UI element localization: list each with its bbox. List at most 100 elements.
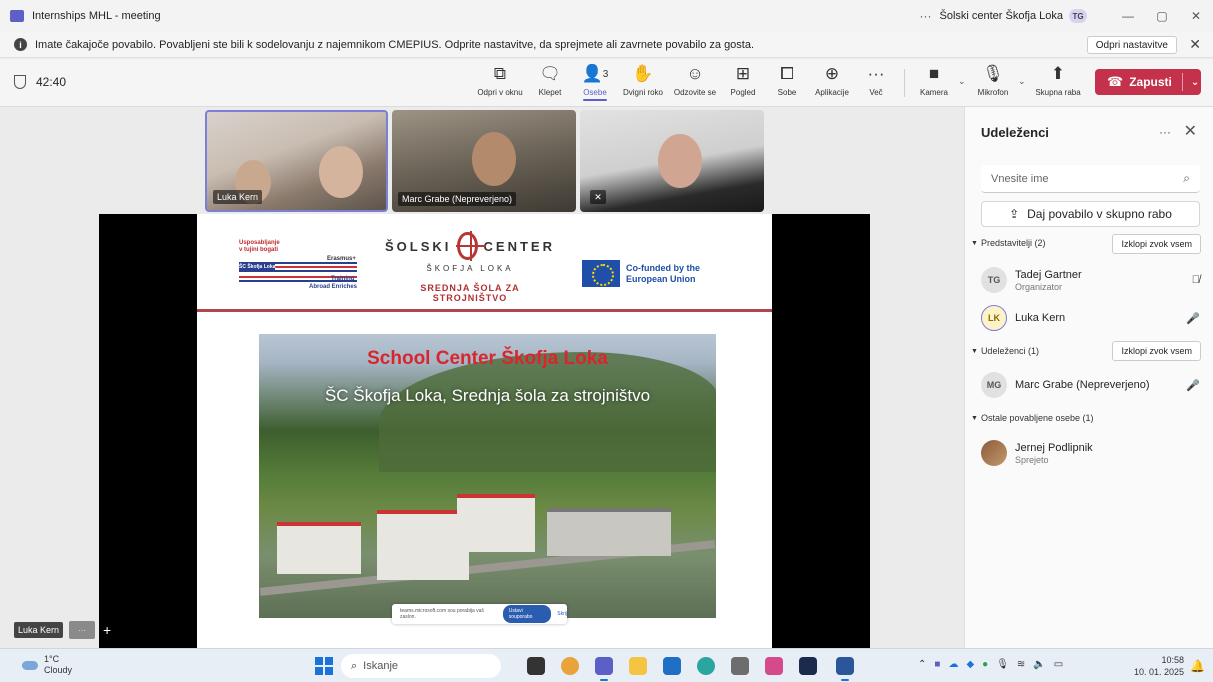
dropbox-icon[interactable]: ◆ (966, 659, 974, 670)
user-avatar[interactable]: TG (1069, 9, 1087, 23)
photo-subtitle: ŠC Škofja Loka, Srednja šola za strojniš… (324, 386, 651, 405)
avatar: TG (981, 267, 1007, 293)
participant-name: Luka Kern (1015, 312, 1066, 324)
avatar: LK (981, 305, 1007, 331)
notifications-bell-icon[interactable]: 🔔 (1190, 659, 1205, 673)
more-options-button[interactable]: ··· (919, 9, 931, 23)
share-button[interactable]: ⬆ Skupna raba (1030, 63, 1086, 97)
react-label: Odzovite se (673, 88, 717, 97)
caret-down-icon: ▼ (971, 347, 978, 355)
sharing-text: teams.microsoft.com sou porabija vaš zas… (400, 608, 484, 620)
participant-tadej-gartner[interactable]: TG Tadej Gartner Organizator 🎙̸ (981, 267, 1200, 293)
leave-divider (1181, 73, 1183, 91)
teams-tray-icon[interactable]: ■ (934, 659, 940, 670)
share-invite-label: Daj povabilo v skupno rabo (1027, 207, 1172, 221)
logo-abroad: Abroad Enriches (309, 284, 358, 290)
close-window-button[interactable]: ✕ (1179, 9, 1213, 23)
chevron-up-icon[interactable]: ⌃ (918, 659, 926, 670)
mute-all-attendees-button[interactable]: Izklopi zvok vsem (1112, 341, 1201, 361)
outlook-icon[interactable] (663, 657, 681, 675)
panel-title: Udeleženci (981, 125, 1049, 140)
weather-widget[interactable]: 1°C Cloudy (22, 654, 72, 676)
caret-down-icon: ▼ (971, 414, 978, 422)
mic-chevron-down-icon[interactable]: ⌄ (1018, 76, 1026, 87)
taskbar-search[interactable]: ⌕ Iskanje (341, 654, 501, 678)
title-bar: Internships MHL - meeting ··· Šolski cen… (0, 0, 1213, 32)
wifi-icon[interactable]: ≋ (1017, 659, 1025, 670)
clock[interactable]: 10:58 10. 01. 2025 (1130, 654, 1184, 678)
toolbar-divider (904, 69, 905, 97)
hide-button[interactable]: Skrij (557, 611, 567, 617)
cloud-icon (22, 660, 38, 670)
section-presenters[interactable]: ▼ Predstavitelji (2) (971, 238, 1045, 248)
onedrive-icon[interactable]: ☁ (948, 659, 958, 670)
participants-panel: Udeleženci ··· ✕ Vnesite ime ⌕ ⇪ Daj pov… (964, 107, 1213, 648)
word-icon[interactable] (836, 657, 854, 681)
participant-name: Marc Grabe (Nepreverjeno) (1015, 379, 1150, 391)
edge-icon[interactable] (697, 657, 715, 675)
participant-jernej-podlipnik[interactable]: Jernej Podlipnik Sprejeto (981, 440, 1200, 466)
video-tile-marc-grabe[interactable]: Marc Grabe (Nepreverjeno) (392, 110, 576, 212)
view-icon: ⊞ (735, 64, 751, 83)
search-icon: ⌕ (351, 659, 358, 672)
mic-muted-icon[interactable]: 🎙 (996, 659, 1009, 670)
stop-sharing-button[interactable]: Ustavi souporabo (502, 605, 552, 623)
leave-chevron-down-icon[interactable]: ⌄ (1191, 77, 1199, 88)
restore-button[interactable]: ▢ (1145, 9, 1179, 23)
more-label: Več (869, 88, 883, 97)
snipping-tool-icon[interactable] (765, 657, 783, 675)
mute-all-presenters-button[interactable]: Izklopi zvok vsem (1112, 234, 1201, 254)
section-other-invited[interactable]: ▼ Ostale povabljene osebe (1) (971, 413, 1094, 423)
caret-down-icon: ▼ (971, 239, 978, 247)
start-button[interactable] (315, 657, 333, 675)
apps-label: Aplikacije (815, 88, 849, 97)
section-title: Predstavitelji (2) (980, 238, 1046, 248)
system-tray: ⌃ ■ ☁ ◆ ● 🎙 ≋ 🔈 ▭ (918, 659, 1071, 670)
popout-button[interactable]: ⧉ Odpri v oknu (472, 63, 528, 97)
close-notice-button[interactable]: ✕ (1189, 36, 1201, 53)
leave-button[interactable]: ☎ Zapusti ⌄ (1095, 69, 1201, 95)
logo-center: CENTER (483, 238, 555, 254)
mic-button[interactable]: 🎙 Mikrofon (965, 63, 1021, 97)
apps-icon: ⊕ (824, 64, 840, 83)
participant-face (658, 134, 702, 188)
more-button[interactable]: ··· Več (848, 63, 904, 97)
video-tile-luka-kern[interactable]: Luka Kern (205, 110, 388, 212)
org-name[interactable]: Šolski center Škofja Loka (939, 10, 1063, 22)
eu-flag-icon (582, 260, 620, 287)
security-icon[interactable]: ● (982, 659, 988, 670)
participant-search-input[interactable]: Vnesite ime ⌕ (981, 165, 1200, 193)
add-icon[interactable]: + (103, 622, 111, 638)
minimize-button[interactable]: — (1111, 9, 1145, 23)
shield-icon (14, 75, 26, 89)
file-explorer-icon[interactable] (629, 657, 647, 675)
rooms-icon: ⧠ (780, 64, 794, 83)
open-settings-button[interactable]: Odpri nastavitve (1086, 36, 1177, 54)
share-invite-button[interactable]: ⇪ Daj povabilo v skupno rabo (981, 201, 1200, 227)
video-tile-tadej-gartner[interactable]: ✕ (580, 110, 764, 212)
task-view-icon[interactable] (527, 657, 545, 675)
participant-marc-grabe[interactable]: MG Marc Grabe (Nepreverjeno) 🎤 (981, 372, 1200, 398)
self-view-bar: Luka Kern ··· + (14, 621, 111, 639)
camera-button[interactable]: ■ Kamera (906, 63, 962, 97)
windows-taskbar: 1°C Cloudy ⌕ Iskanje ⌃ ■ ☁ ◆ ● 🎙 ≋ 🔈 ▭ 1… (0, 648, 1213, 682)
participant-luka-kern[interactable]: LK Luka Kern 🎤 (981, 305, 1200, 331)
volume-icon[interactable]: 🔈 (1033, 659, 1045, 670)
search-placeholder: Vnesite ime (991, 172, 1049, 185)
participant-face (319, 146, 363, 198)
panel-more-button[interactable]: ··· (1159, 125, 1171, 139)
calculator-icon[interactable] (731, 657, 749, 675)
invitation-notice: i Imate čakajoče povabilo. Povabljeni st… (0, 32, 1213, 58)
timer-text: 42:40 (36, 75, 67, 89)
section-title: Ostale povabljene osebe (1) (980, 413, 1094, 423)
raise-hand-button[interactable]: ✋ Dvigni roko (615, 63, 671, 97)
close-panel-button[interactable]: ✕ (1184, 121, 1197, 141)
chrome-icon[interactable] (561, 657, 579, 675)
self-view-more-button[interactable]: ··· (69, 621, 96, 639)
battery-icon[interactable]: ▭ (1054, 659, 1063, 670)
people-count: 3 (602, 68, 609, 80)
mic-icon: 🎤 (1186, 312, 1200, 325)
app-icon[interactable] (799, 657, 817, 675)
section-attendees[interactable]: ▼ Udeleženci (1) (971, 346, 1039, 356)
teams-icon[interactable] (595, 657, 613, 681)
